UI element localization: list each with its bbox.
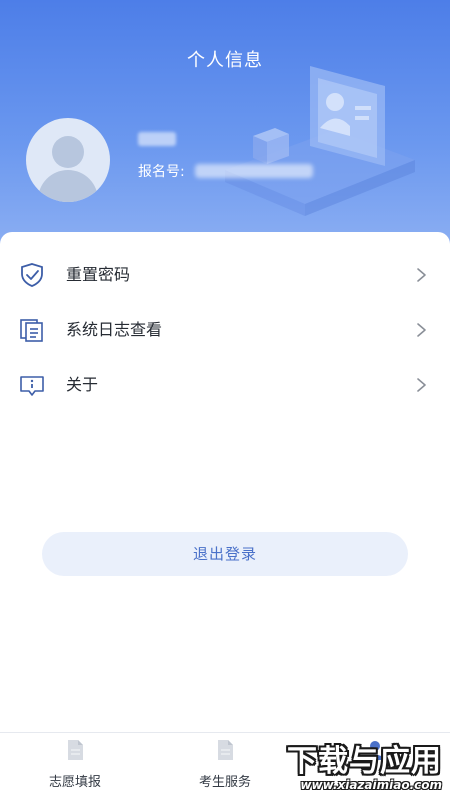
chevron-right-icon xyxy=(417,268,426,282)
user-avatar-icon[interactable] xyxy=(26,118,110,202)
tab-label: 志愿填报 xyxy=(48,775,101,790)
logout-button[interactable]: 退出登录 xyxy=(42,532,408,576)
shield-check-icon xyxy=(21,263,43,287)
settings-card: 重置密码 系统日志查看 关于 退出登录 xyxy=(0,232,450,732)
menu-item-reset-password[interactable]: 重置密码 xyxy=(0,250,450,300)
chevron-right-icon xyxy=(417,378,426,392)
info-icon xyxy=(20,376,44,396)
user-name-redacted xyxy=(138,132,176,146)
document-icon xyxy=(218,740,233,760)
menu-item-about[interactable]: 关于 xyxy=(0,360,450,410)
registration-value-redacted xyxy=(194,164,313,178)
document-icon xyxy=(68,740,83,760)
menu-item-system-log[interactable]: 系统日志查看 xyxy=(0,305,450,355)
watermark-url: www.xiazaimiao.com xyxy=(300,778,442,792)
document-list-icon xyxy=(20,319,43,342)
watermark-title: 下载与应用 xyxy=(287,744,442,779)
registration-number-row: 报名号: xyxy=(138,160,313,182)
tab-volunteer-application[interactable]: 志愿填报 xyxy=(0,733,150,800)
menu-label: 关于 xyxy=(66,375,99,394)
registration-label: 报名号: xyxy=(138,164,185,180)
id-card-illustration xyxy=(225,66,415,216)
menu-label: 重置密码 xyxy=(66,265,131,284)
menu-label: 系统日志查看 xyxy=(66,320,163,339)
profile-header: 个人信息 报名号: xyxy=(0,0,450,260)
chevron-right-icon xyxy=(417,323,426,337)
site-watermark: 下载与应用 www.xiazaimiao.com xyxy=(268,736,446,796)
